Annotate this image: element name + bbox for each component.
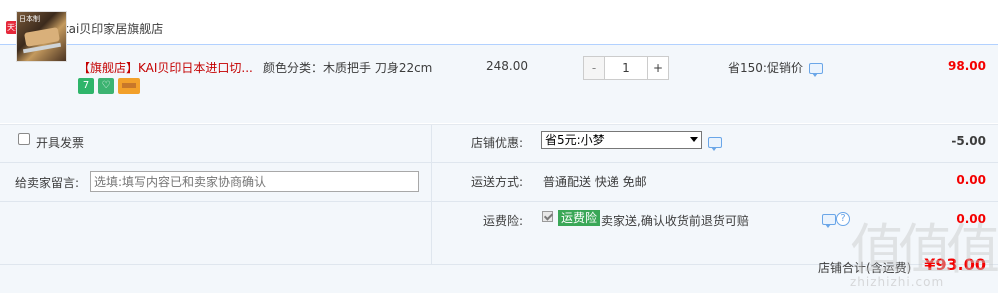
store-coupon-label: 店铺优惠: — [470, 136, 523, 150]
shopping-bag-icon[interactable]: ♡ — [98, 78, 114, 94]
credit-card-icon[interactable] — [118, 78, 140, 94]
promo-info: 省150:促销价 — [728, 61, 803, 75]
store-header: 天猫 店铺: kai贝印家居旗舰店 — [0, 0, 998, 44]
insurance-tag: 运费险 — [558, 210, 601, 226]
site-watermark: 值值值 — [850, 218, 998, 281]
quantity-input[interactable] — [604, 56, 648, 80]
insurance-label: 运费险: — [482, 214, 523, 228]
store-coupon-select[interactable]: 省5元:小梦 — [541, 131, 702, 149]
insurance-description: 卖家送,确认收货前退货可赔 — [601, 214, 749, 228]
item-total: 98.00 — [948, 59, 986, 73]
coupon-amount: -5.00 — [951, 134, 986, 148]
row-divider — [0, 162, 998, 163]
quantity-decrease-button[interactable]: - — [583, 56, 605, 80]
cart-item-row — [0, 44, 998, 123]
product-title-text: KAI贝印日本进口切... — [138, 61, 253, 75]
seller-note-input[interactable] — [90, 171, 419, 192]
seller-note-label: 给卖家留言: — [15, 176, 80, 190]
thumbnail-caption: 日本制 — [19, 15, 40, 23]
invoice-label: 开具发票 — [36, 136, 85, 150]
seven-day-return-icon[interactable]: 7 — [78, 78, 94, 94]
sku-info: 颜色分类：木质把手 刀身22cm — [263, 61, 433, 75]
unit-price: 248.00 — [486, 59, 528, 73]
invoice-checkbox[interactable] — [18, 133, 30, 145]
shipping-methods: 普通配送 快递 免邮 — [543, 175, 647, 189]
product-thumbnail[interactable]: 日本制 — [16, 11, 67, 62]
coupon-selected-value: 省5元:小梦 — [545, 133, 605, 147]
help-icon[interactable]: ? — [836, 212, 850, 226]
coupon-chat-icon[interactable] — [708, 137, 722, 151]
site-watermark-url: zhizhizhi.com — [850, 275, 945, 289]
row-divider — [0, 201, 998, 202]
promo-chat-icon[interactable] — [809, 63, 823, 77]
quantity-increase-button[interactable]: + — [647, 56, 669, 80]
product-title-prefix: 【旗舰店】 — [78, 61, 139, 75]
shipping-amount: 0.00 — [956, 173, 986, 187]
quantity-stepper: - + — [583, 56, 669, 80]
insurance-checkbox[interactable] — [542, 211, 553, 222]
shipping-label: 运送方式: — [470, 175, 523, 189]
product-title-link[interactable]: 【旗舰店】KAI贝印日本进口切... — [78, 59, 253, 76]
insurance-chat-icon[interactable] — [822, 214, 836, 228]
chevron-down-icon — [690, 137, 698, 142]
